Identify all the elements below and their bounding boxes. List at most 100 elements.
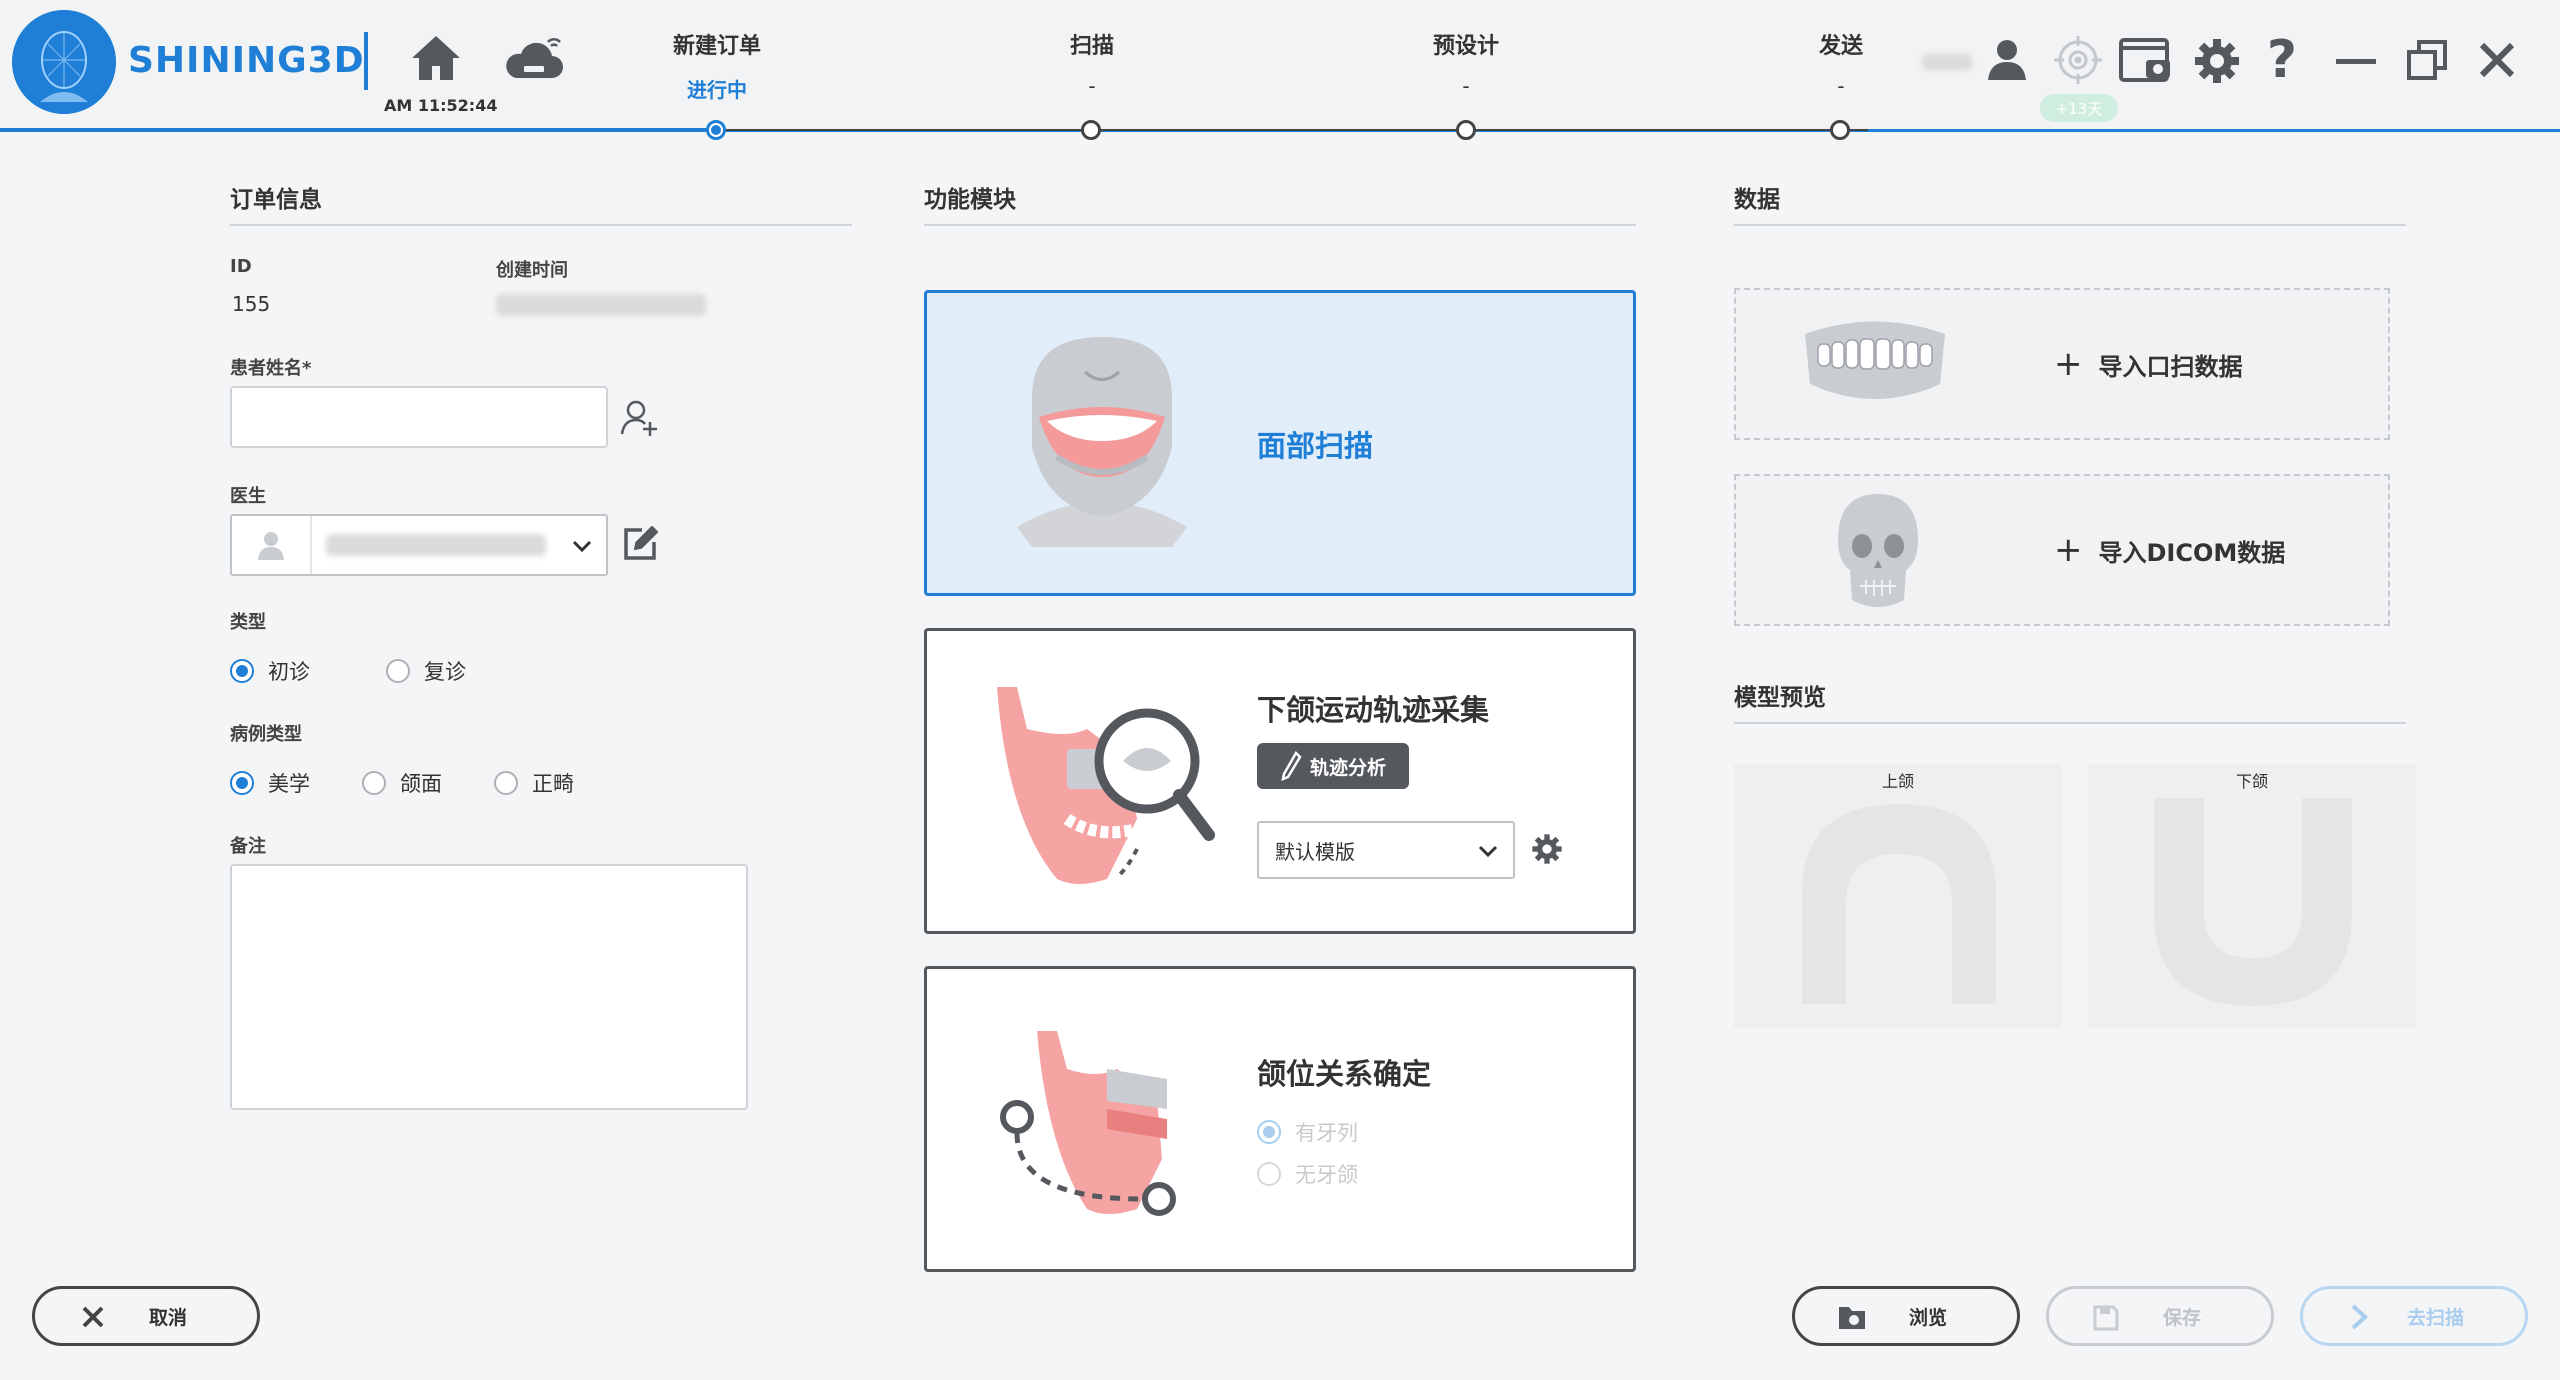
radio-dot — [230, 659, 254, 683]
order-info-rule — [230, 224, 852, 226]
radio-label: 无牙颌 — [1295, 1163, 1358, 1187]
cancel-button[interactable]: 取消 — [32, 1286, 260, 1346]
restore-icon[interactable] — [2404, 36, 2450, 84]
radio-label: 复诊 — [424, 660, 466, 684]
lower-jaw-label: 下颌 — [2236, 772, 2269, 791]
modules-rule — [924, 224, 1636, 226]
cancel-label: 取消 — [149, 1306, 188, 1329]
radio-label: 初诊 — [268, 660, 310, 684]
progress-active — [0, 128, 718, 132]
go-scan-button[interactable]: 去扫描 — [2300, 1286, 2528, 1346]
type-radio-followup[interactable]: 复诊 — [386, 656, 466, 686]
radio-dot — [362, 771, 386, 795]
jaw-option-edentulous[interactable]: 无牙颌 — [1257, 1159, 1358, 1189]
case-type-radio-aesthetic[interactable]: 美学 — [230, 768, 310, 798]
id-value: 155 — [232, 292, 271, 316]
brand-divider — [364, 32, 368, 90]
radio-dot — [1257, 1120, 1281, 1144]
type-radio-initial[interactable]: 初诊 — [230, 656, 310, 686]
step-title: 新建订单 — [672, 34, 761, 59]
save-icon — [2093, 1305, 2119, 1331]
plus-icon: + — [2054, 344, 2083, 384]
radio-dot — [386, 659, 410, 683]
template-select[interactable]: 默认模版 — [1257, 821, 1515, 879]
cloud-wifi-icon[interactable] — [502, 30, 566, 86]
trajectory-analysis-label: 轨迹分析 — [1309, 756, 1386, 779]
face-scan-title: 面部扫描 — [1257, 429, 1374, 463]
save-button[interactable]: 保存 — [2046, 1286, 2274, 1346]
browse-button[interactable]: 浏览 — [1792, 1286, 2020, 1346]
doctor-label: 医生 — [230, 486, 266, 507]
user-name-blurred — [1922, 54, 1972, 70]
pen-icon — [1281, 751, 1302, 781]
logo-icon — [12, 10, 116, 114]
jaw-option-dentate[interactable]: 有牙列 — [1257, 1117, 1358, 1147]
step-node-predesign — [1456, 120, 1476, 140]
jaw-relation-card[interactable]: 颌位关系确定 有牙列 无牙颌 — [924, 966, 1636, 1272]
import-intraoral-box[interactable]: + 导入口扫数据 — [1734, 288, 2390, 440]
radio-dot — [1257, 1162, 1281, 1186]
step-title: 预设计 — [1432, 34, 1499, 59]
doctor-name-blurred — [326, 534, 546, 556]
radio-dot — [494, 771, 518, 795]
go-scan-label: 去扫描 — [2407, 1306, 2465, 1329]
data-title: 数据 — [1734, 187, 1780, 213]
step-status: - — [1462, 74, 1470, 98]
home-icon[interactable] — [408, 30, 464, 86]
chevron-right-icon — [2351, 1304, 2368, 1330]
import-dicom-text: 导入DICOM数据 — [2098, 538, 2286, 567]
target-icon[interactable] — [2052, 34, 2104, 86]
close-icon[interactable] — [2474, 36, 2520, 84]
data-rule — [1734, 224, 2406, 226]
help-icon[interactable]: ? — [2262, 30, 2302, 90]
patient-name-input[interactable] — [230, 386, 608, 448]
notes-label: 备注 — [230, 836, 266, 857]
trajectory-analysis-button[interactable]: 轨迹分析 — [1257, 743, 1409, 789]
edit-doctor-icon[interactable] — [618, 522, 662, 566]
radio-label: 有牙列 — [1295, 1121, 1358, 1145]
notes-textarea[interactable] — [230, 864, 748, 1110]
settings-icon[interactable] — [2192, 36, 2242, 86]
step-new-order: 新建订单 进行中 — [607, 0, 827, 103]
jaw-relation-illustration — [1000, 1031, 1176, 1216]
window-camera-icon[interactable] — [2118, 34, 2174, 86]
step-scan: 扫描 - — [982, 0, 1202, 98]
step-title: 扫描 — [1069, 34, 1114, 59]
folder-camera-icon — [1839, 1307, 1865, 1329]
user-icon[interactable] — [1982, 34, 2032, 84]
doctor-avatar-icon — [232, 516, 312, 574]
template-settings-icon[interactable] — [1527, 829, 1567, 869]
mandible-motion-illustration — [997, 687, 1215, 884]
import-intraoral-text: 导入口扫数据 — [2098, 352, 2243, 381]
case-type-radio-orthodontic[interactable]: 正畸 — [494, 768, 574, 798]
clock: AM 11:52:44 — [384, 96, 498, 115]
browse-label: 浏览 — [1909, 1306, 1948, 1329]
import-intraoral-label: + 导入口扫数据 — [2054, 344, 2243, 384]
type-label: 类型 — [230, 612, 266, 633]
id-label: ID — [230, 256, 252, 277]
case-type-radio-maxillofacial[interactable]: 颌面 — [362, 768, 442, 798]
chevron-down-icon — [1478, 845, 1498, 858]
case-type-label: 病例类型 — [230, 724, 302, 745]
created-time-label: 创建时间 — [496, 260, 568, 281]
lower-jaw-preview — [2088, 764, 2416, 1028]
model-preview-title: 模型预览 — [1734, 685, 1826, 711]
patient-name-label: 患者姓名* — [230, 358, 312, 379]
mandible-motion-card[interactable]: 下颌运动轨迹采集 轨迹分析 默认模版 — [924, 628, 1636, 934]
face-scan-card[interactable]: 面部扫描 — [924, 290, 1636, 596]
import-dicom-box[interactable]: + 导入DICOM数据 — [1734, 474, 2390, 626]
close-icon — [82, 1306, 104, 1328]
face-scan-illustration — [1017, 337, 1187, 547]
minimize-icon[interactable] — [2334, 36, 2378, 86]
model-preview-rule — [1734, 722, 2406, 724]
template-select-value: 默认模版 — [1275, 839, 1355, 864]
radio-label: 正畸 — [532, 772, 574, 796]
step-status: - — [1837, 74, 1845, 98]
skull-icon — [1838, 494, 1918, 607]
doctor-select[interactable] — [230, 514, 608, 576]
radio-label: 颌面 — [400, 772, 442, 796]
radio-dot — [230, 771, 254, 795]
add-patient-icon[interactable] — [618, 396, 662, 440]
jaw-relation-title: 颌位关系确定 — [1257, 1057, 1432, 1091]
brand-name: SHINING3D — [128, 40, 365, 81]
